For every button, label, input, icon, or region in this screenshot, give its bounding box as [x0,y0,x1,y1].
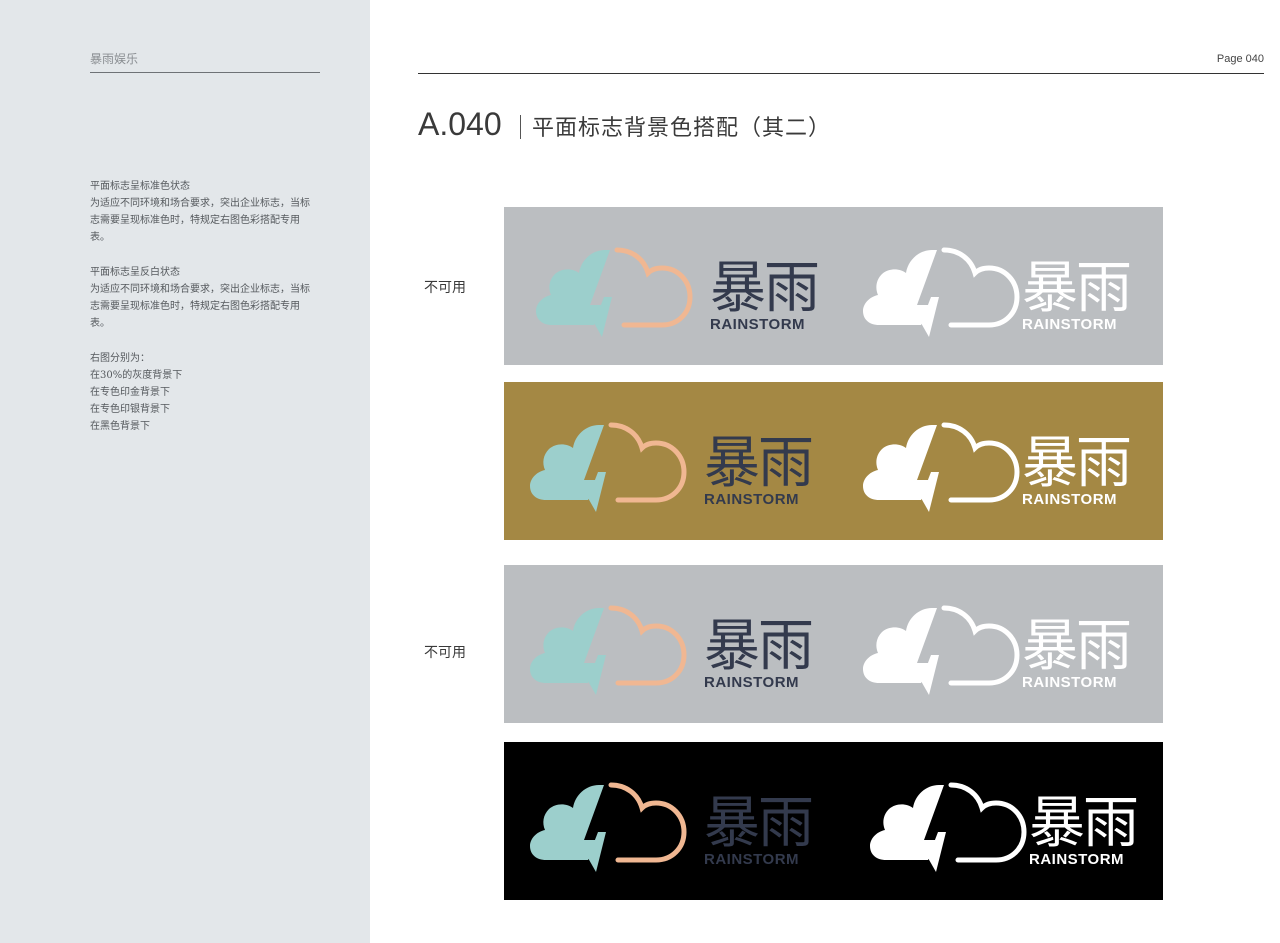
description-line: 为适应不同环境和场合要求，突出企业标志，当标 [90,284,310,295]
description-line: 在30%的灰度背景下 [90,370,183,381]
logo-english: RAINSTORM [710,316,805,333]
logo-chinese: 暴雨 [1022,614,1130,679]
logo-chinese: 暴雨 [1022,431,1130,496]
logo-panel-canvas: 暴雨 RAINSTORM 暴雨 RAINSTORM [504,207,1163,365]
sidebar: 暴雨娱乐 平面标志呈标准色状态 为适应不同环境和场合要求，突出企业标志，当标 志… [0,0,370,943]
description-line: 志需要呈现标准色时，特规定右图色彩搭配专用 [90,215,300,226]
description-line: 表。 [90,232,110,243]
logo-english: RAINSTORM [1022,674,1117,691]
header-divider [418,73,1264,74]
logo-english: RAINSTORM [1022,491,1117,508]
description-reversed: 平面标志呈反白状态 为适应不同环境和场合要求，突出企业标志，当标 志需要呈现标准… [90,264,325,332]
logo-chinese: 暴雨 [704,431,812,496]
logo-english: RAINSTORM [1029,851,1124,868]
logo-panel-canvas: 暴雨 RAINSTORM 暴雨 RAINSTORM [504,742,1163,900]
description-list: 右图分别为： 在30%的灰度背景下 在专色印金背景下 在专色印银背景下 在黑色背… [90,350,325,435]
not-usable-note: 不可用 [424,280,466,296]
description-standard: 平面标志呈标准色状态 为适应不同环境和场合要求，突出企业标志，当标 志需要呈现标… [90,178,325,246]
brand-name: 暴雨娱乐 [90,52,139,66]
logo-panel-gold: 暴雨 RAINSTORM 暴雨 RAINSTORM [504,382,1163,540]
logo-chinese: 暴雨 [704,614,812,679]
section-code: A.040 [418,106,502,142]
logo-chinese: 暴雨 [1029,791,1137,856]
description-line: 志需要呈现标准色时，特规定右图色彩搭配专用 [90,301,300,312]
description-line: 在专色印银背景下 [90,404,170,415]
logo-panel-silver: 暴雨 RAINSTORM 暴雨 RAINSTORM [504,565,1163,723]
logo-chinese: 暴雨 [704,791,812,856]
section-title: 平面标志背景色搭配（其二） [532,116,832,141]
logo-english: RAINSTORM [704,491,799,508]
description-line: 表。 [90,318,110,329]
logo-english: RAINSTORM [1022,316,1117,333]
description-line: 平面标志呈反白状态 [90,267,180,278]
description-line: 在黑色背景下 [90,421,150,432]
description-line: 在专色印金背景下 [90,387,170,398]
logo-chinese: 暴雨 [710,256,818,321]
description-line: 为适应不同环境和场合要求，突出企业标志，当标 [90,198,310,209]
logo-panel-canvas: 暴雨 RAINSTORM 暴雨 RAINSTORM [504,565,1163,723]
page-number: Page 040 [1216,53,1264,65]
description-line: 右图分别为： [90,353,150,364]
logo-english: RAINSTORM [704,674,799,691]
title-separator [520,115,521,139]
logo-panel-canvas: 暴雨 RAINSTORM 暴雨 RAINSTORM [504,382,1163,540]
logo-chinese: 暴雨 [1022,256,1130,321]
description-line: 平面标志呈标准色状态 [90,181,190,192]
logo-panel-black: 暴雨 RAINSTORM 暴雨 RAINSTORM [504,742,1163,900]
logo-english: RAINSTORM [704,851,799,868]
not-usable-note: 不可用 [424,645,466,661]
logo-panel-gray: 暴雨 RAINSTORM 暴雨 RAINSTORM [504,207,1163,365]
sidebar-divider [90,72,320,73]
